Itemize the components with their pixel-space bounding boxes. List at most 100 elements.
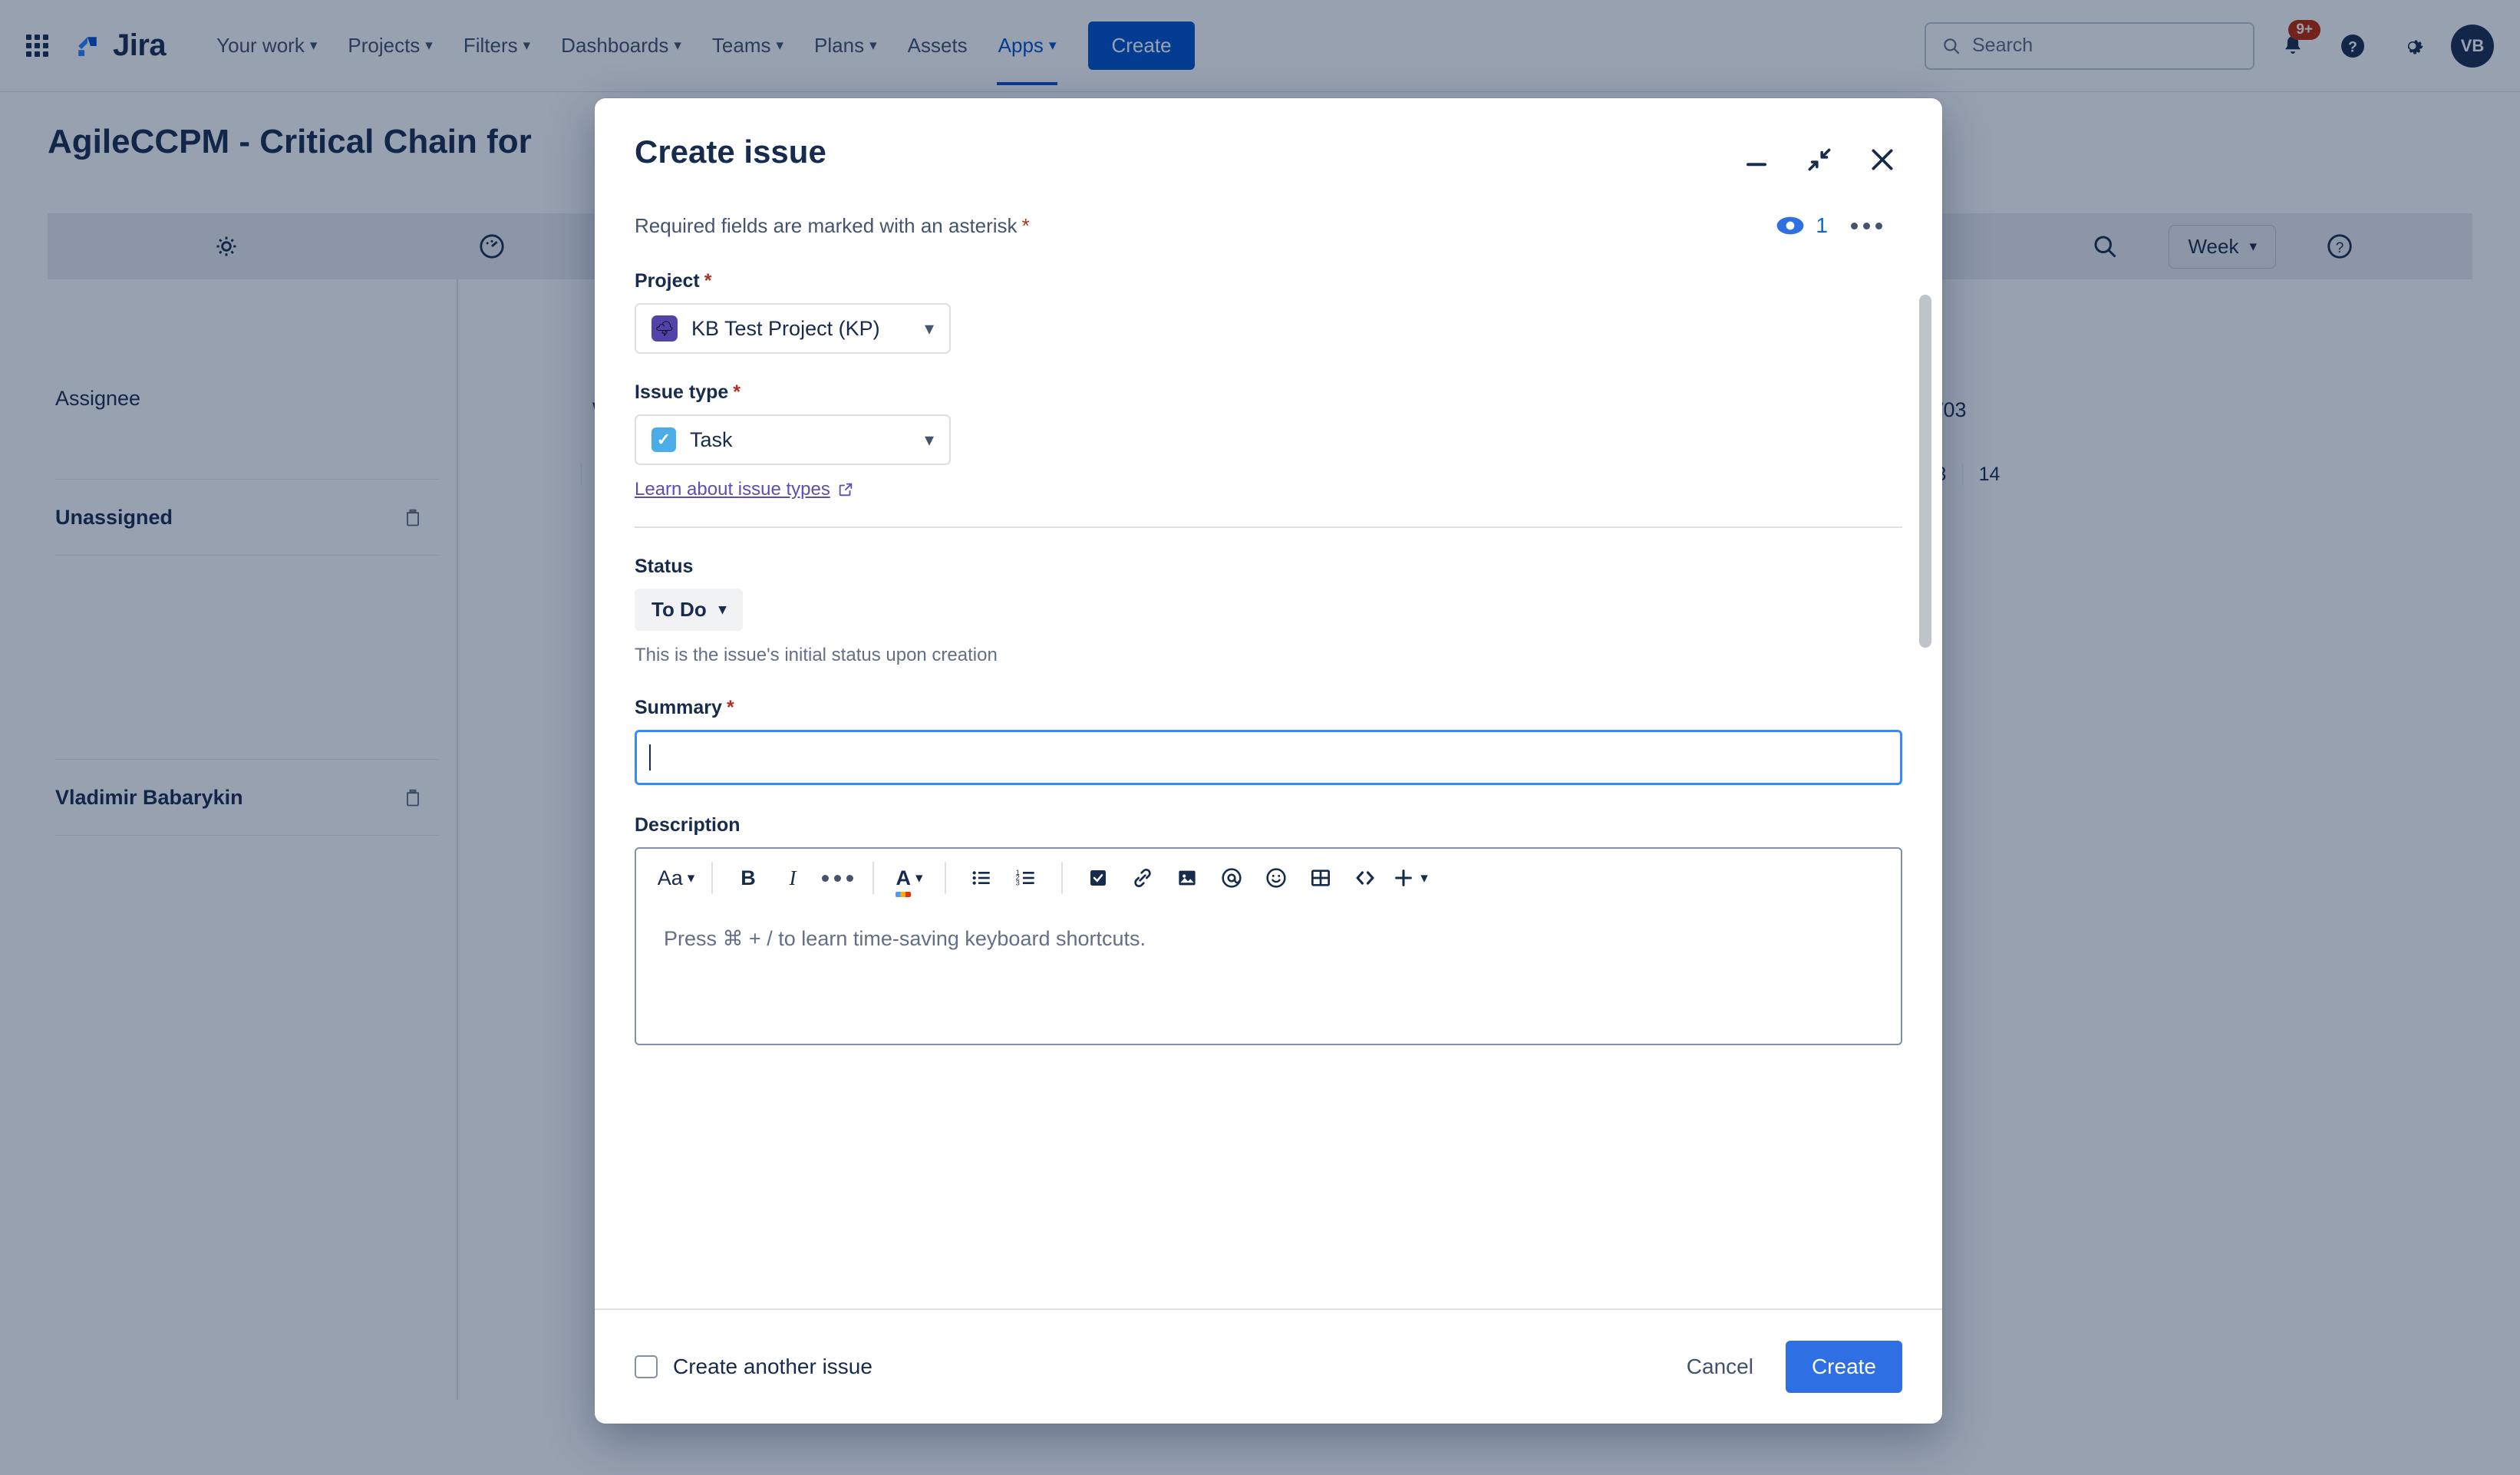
required-fields-row: Required fields are marked with an aster…: [635, 213, 1902, 238]
status-field: Status To Do ▾ This is the issue's initi…: [635, 556, 1902, 666]
chevron-down-icon: ▾: [718, 602, 727, 618]
chevron-down-icon: ▾: [1420, 869, 1428, 886]
project-value: KB Test Project (KP): [691, 316, 880, 340]
more-options-icon[interactable]: [1851, 222, 1882, 229]
image-glyph: [1179, 870, 1196, 886]
table-glyph: [1311, 869, 1330, 886]
numbered-list-glyph: 1 2 3: [1016, 869, 1034, 886]
bullet-list-icon[interactable]: [961, 858, 1001, 898]
scrollbar-thumb[interactable]: [1919, 295, 1931, 648]
checkbox-box[interactable]: [635, 1355, 658, 1378]
plus-glyph: [1395, 869, 1413, 886]
table-icon[interactable]: [1301, 858, 1341, 898]
summary-required-asterisk: *: [726, 697, 734, 718]
watch-count: 1: [1816, 213, 1828, 237]
modal-title: Create issue: [635, 134, 826, 170]
project-label: Project *: [635, 270, 1902, 292]
summary-label-text: Summary: [635, 697, 722, 718]
status-select[interactable]: To Do ▾: [635, 589, 744, 631]
cancel-button[interactable]: Cancel: [1667, 1342, 1773, 1391]
text-style-label: Aa: [657, 866, 683, 889]
more-formatting-icon[interactable]: [817, 858, 857, 898]
learn-link-text: Learn about issue types: [635, 479, 830, 500]
close-icon: [1872, 149, 1893, 170]
color-swatch-bar: [896, 891, 911, 897]
bullet-list-glyph: [972, 871, 990, 885]
minimize-icon: [1747, 163, 1766, 167]
task-checkbox-icon: ✓: [651, 427, 676, 452]
modal-footer: Create another issue Cancel Create: [595, 1308, 1942, 1424]
status-label: Status: [635, 556, 694, 577]
create-another-label: Create another issue: [673, 1355, 872, 1378]
task-checkbox-glyph: [1090, 870, 1106, 886]
cloud-lightning-icon: 🌩: [651, 315, 678, 342]
issue-type-required-asterisk: *: [733, 381, 741, 403]
footer-actions: Cancel Create: [1667, 1341, 1902, 1393]
issue-type-value: Task: [690, 427, 733, 451]
project-required-asterisk: *: [704, 270, 712, 292]
summary-field: Summary *: [635, 697, 1902, 785]
insert-more-icon[interactable]: ▾: [1390, 858, 1430, 898]
description-label: Description: [635, 814, 740, 836]
toolbar-separator: [872, 862, 874, 894]
toolbar-separator: [945, 862, 946, 894]
project-field: Project * 🌩 KB Test Project (KP) ▾: [635, 270, 1902, 354]
chevron-down-icon: ▾: [915, 869, 923, 886]
svg-text:3: 3: [1016, 879, 1020, 886]
toolbar-separator: [1061, 862, 1063, 894]
status-help-text: This is the issue's initial status upon …: [635, 645, 998, 665]
chevron-down-icon: ▾: [924, 429, 934, 450]
external-link-icon: [839, 483, 853, 497]
description-placeholder[interactable]: Press ⌘ + / to learn time-saving keyboar…: [636, 907, 1901, 1044]
at-glyph: [1222, 868, 1242, 888]
emoji-icon[interactable]: [1256, 858, 1296, 898]
summary-input[interactable]: [635, 730, 1902, 785]
modal-header: Create issue: [595, 98, 1942, 180]
bold-icon[interactable]: B: [728, 858, 768, 898]
chevron-down-icon: ▾: [924, 318, 934, 339]
text-color-icon[interactable]: A ▾: [889, 858, 929, 898]
modal-scrollbar[interactable]: [1919, 295, 1931, 1287]
text-cursor: [649, 744, 651, 770]
text-color-letter: A: [896, 866, 911, 889]
required-note-text: Required fields are marked with an aster…: [635, 213, 1018, 237]
create-another-issue-checkbox[interactable]: Create another issue: [635, 1355, 872, 1379]
issue-type-label: Issue type *: [635, 381, 1902, 404]
watch-button[interactable]: 1: [1776, 213, 1828, 238]
emoji-glyph: [1266, 868, 1286, 888]
eye-icon: [1777, 216, 1804, 235]
text-style-icon[interactable]: Aa ▾: [656, 858, 696, 898]
code-icon[interactable]: [1345, 858, 1385, 898]
learn-about-issue-types-link[interactable]: Learn about issue types: [635, 479, 854, 500]
italic-icon[interactable]: I: [773, 858, 813, 898]
ellipsis-glyph: [821, 874, 853, 882]
issue-type-select[interactable]: ✓ Task ▾: [635, 414, 951, 465]
issue-type-label-text: Issue type: [635, 381, 729, 403]
close-button[interactable]: [1862, 140, 1902, 180]
task-list-icon[interactable]: [1078, 858, 1118, 898]
project-label-text: Project: [635, 270, 700, 292]
modal-body: Required fields are marked with an aster…: [595, 180, 1942, 1308]
collapse-button[interactable]: [1799, 140, 1839, 180]
toolbar-separator: [711, 862, 713, 894]
link-icon[interactable]: [1123, 858, 1163, 898]
create-submit-button[interactable]: Create: [1785, 1341, 1902, 1393]
image-icon[interactable]: [1167, 858, 1207, 898]
section-divider: [635, 526, 1902, 528]
chevron-down-icon: ▾: [687, 869, 695, 886]
project-select[interactable]: 🌩 KB Test Project (KP) ▾: [635, 303, 951, 354]
numbered-list-icon[interactable]: 1 2 3: [1006, 858, 1046, 898]
collapse-icon: [1808, 148, 1831, 171]
description-editor: Aa ▾ B I A ▾ 1 2 3 ▾ Press ⌘ + / to lear…: [635, 847, 1902, 1045]
minimize-button[interactable]: [1737, 140, 1776, 180]
modal-header-actions: [1737, 134, 1902, 180]
mention-icon[interactable]: [1212, 858, 1252, 898]
create-issue-modal: Create issue Required fields are marked …: [595, 98, 1942, 1424]
summary-label: Summary *: [635, 697, 1902, 719]
link-glyph: [1134, 868, 1151, 888]
issue-type-field: Issue type * ✓ Task ▾ Learn about issue t…: [635, 381, 1902, 500]
required-fields-note: Required fields are marked with an aster…: [635, 214, 1030, 238]
status-value: To Do: [651, 598, 707, 621]
code-glyph: [1356, 871, 1374, 885]
watch-group: 1: [1776, 213, 1902, 238]
